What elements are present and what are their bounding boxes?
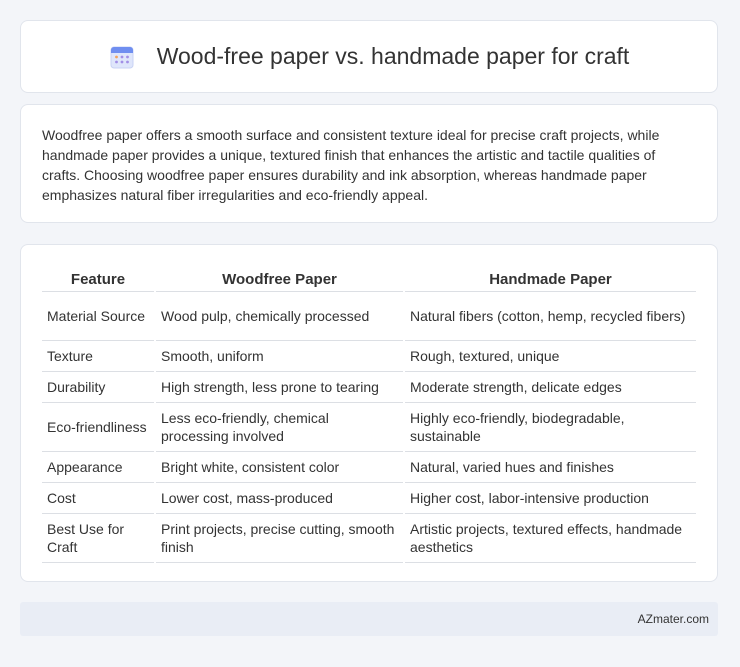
handmade-cell: Rough, textured, unique	[405, 341, 696, 372]
woodfree-cell: High strength, less prone to tearing	[156, 372, 403, 403]
handmade-cell: Artistic projects, textured effects, han…	[405, 514, 696, 563]
calendar-icon	[109, 44, 135, 70]
intro-text: Woodfree paper offers a smooth surface a…	[42, 127, 660, 203]
feature-cell: Eco-friendliness	[42, 403, 154, 452]
woodfree-cell: Less eco-friendly, chemical processing i…	[156, 403, 403, 452]
table-row: Durability High strength, less prone to …	[42, 372, 696, 403]
column-header-feature: Feature	[42, 265, 154, 292]
woodfree-cell: Smooth, uniform	[156, 341, 403, 372]
table-row: Best Use for Craft Print projects, preci…	[42, 514, 696, 563]
feature-cell: Material Source	[42, 292, 154, 341]
footer-bar: AZmater.com	[20, 602, 718, 636]
feature-cell: Cost	[42, 483, 154, 514]
comparison-card: Feature Woodfree Paper Handmade Paper Ma…	[20, 244, 718, 582]
feature-cell: Durability	[42, 372, 154, 403]
feature-cell: Appearance	[42, 452, 154, 483]
handmade-cell: Highly eco-friendly, biodegradable, sust…	[405, 403, 696, 452]
woodfree-cell: Wood pulp, chemically processed	[156, 292, 403, 341]
handmade-cell: Higher cost, labor-intensive production	[405, 483, 696, 514]
column-header-woodfree: Woodfree Paper	[156, 265, 403, 292]
table-header-row: Feature Woodfree Paper Handmade Paper	[42, 265, 696, 292]
column-header-handmade: Handmade Paper	[405, 265, 696, 292]
handmade-cell: Natural fibers (cotton, hemp, recycled f…	[405, 292, 696, 341]
woodfree-cell: Print projects, precise cutting, smooth …	[156, 514, 403, 563]
title-card: Wood-free paper vs. handmade paper for c…	[20, 20, 718, 93]
table-row: Material Source Wood pulp, chemically pr…	[42, 292, 696, 341]
feature-cell: Best Use for Craft	[42, 514, 154, 563]
page-title: Wood-free paper vs. handmade paper for c…	[156, 43, 630, 69]
table-row: Cost Lower cost, mass-produced Higher co…	[42, 483, 696, 514]
table-row: Texture Smooth, uniform Rough, textured,…	[42, 341, 696, 372]
table-row: Appearance Bright white, consistent colo…	[42, 452, 696, 483]
footer-brand: AZmater.com	[637, 612, 709, 626]
comparison-table: Feature Woodfree Paper Handmade Paper Ma…	[40, 265, 698, 563]
woodfree-cell: Lower cost, mass-produced	[156, 483, 403, 514]
handmade-cell: Natural, varied hues and finishes	[405, 452, 696, 483]
table-row: Eco-friendliness Less eco-friendly, chem…	[42, 403, 696, 452]
woodfree-cell: Bright white, consistent color	[156, 452, 403, 483]
handmade-cell: Moderate strength, delicate edges	[405, 372, 696, 403]
intro-card: Woodfree paper offers a smooth surface a…	[20, 104, 718, 223]
feature-cell: Texture	[42, 341, 154, 372]
